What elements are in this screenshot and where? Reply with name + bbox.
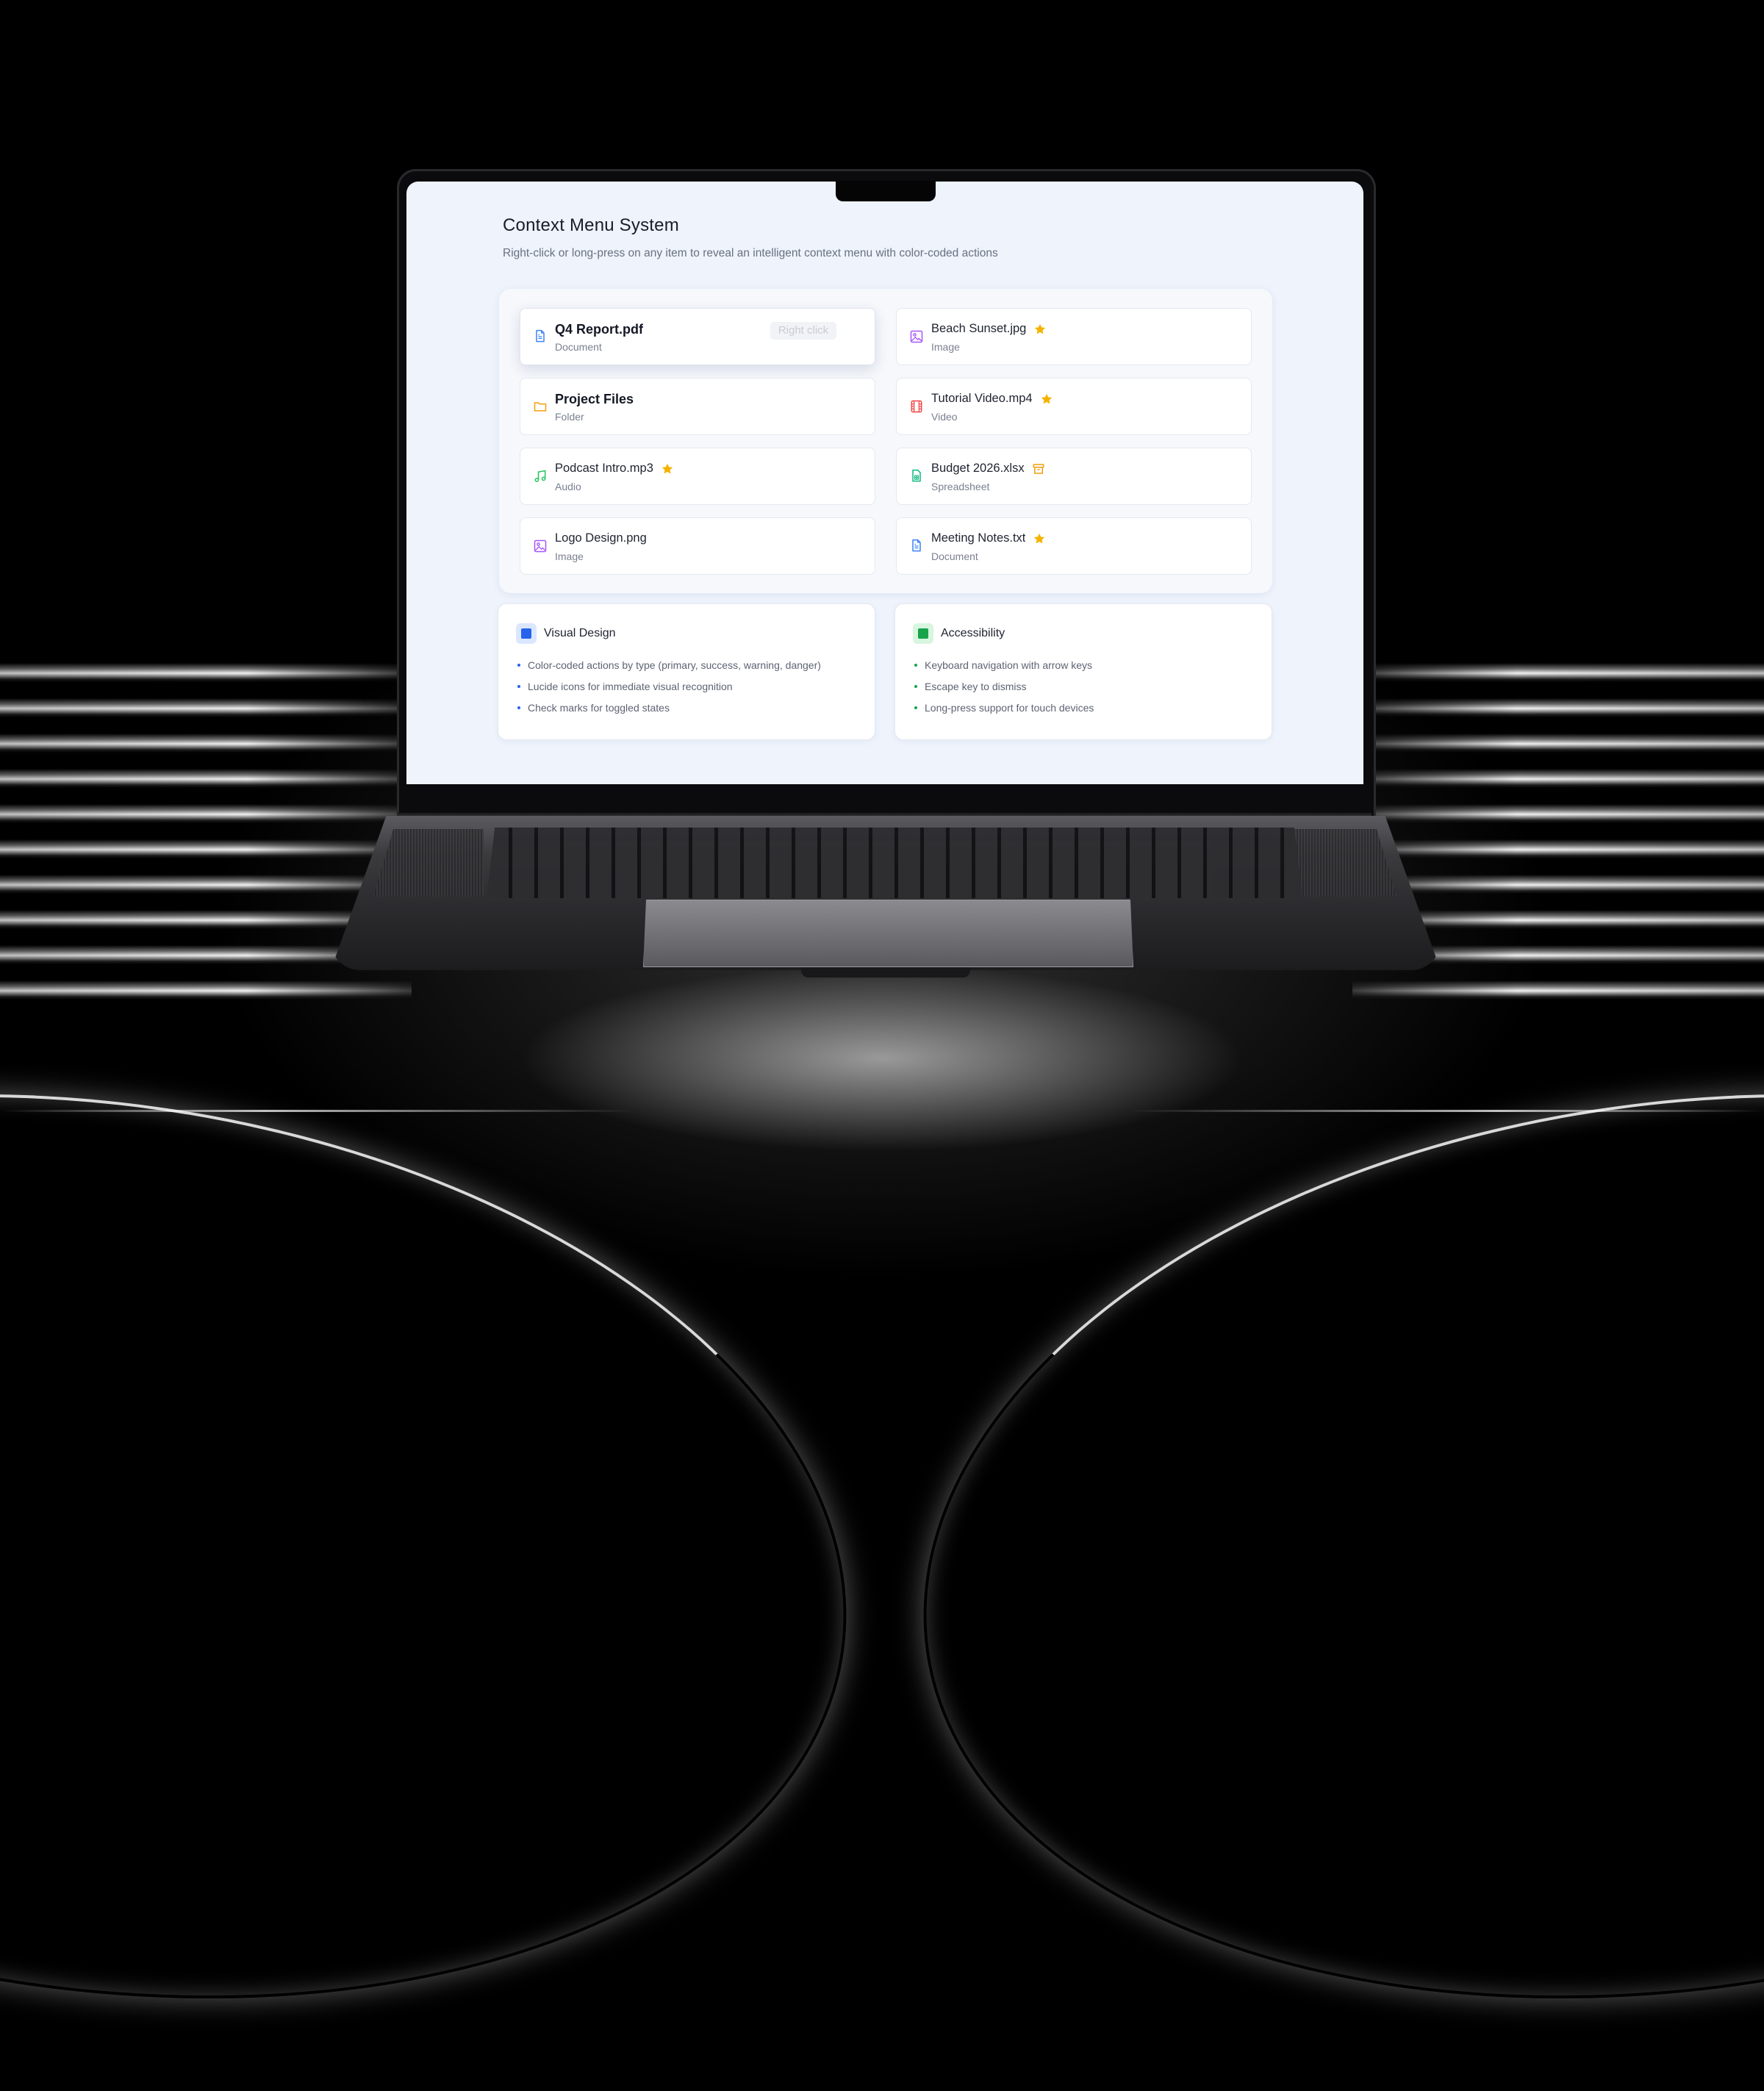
archive-icon bbox=[1032, 462, 1045, 476]
trackpad bbox=[643, 900, 1133, 967]
file-name: Logo Design.png bbox=[555, 531, 647, 545]
file-type: Document bbox=[931, 550, 978, 562]
file-item-budget-2026-xlsx[interactable]: Budget 2026.xlsx Spreadsheet bbox=[896, 448, 1252, 505]
file-text-icon bbox=[533, 329, 548, 344]
page-title: Context Menu System bbox=[503, 215, 679, 235]
accessibility-badge-icon bbox=[913, 623, 933, 644]
file-text-icon bbox=[909, 539, 924, 553]
lid-opening-lip bbox=[801, 967, 970, 978]
file-item-tutorial-video-mp4[interactable]: Tutorial Video.mp4 Video bbox=[896, 378, 1252, 435]
keyboard bbox=[487, 828, 1302, 898]
file-grid-panel: Q4 Report.pdf Document Right click Beach Su… bbox=[499, 289, 1272, 593]
feature-card-visual-design: Visual Design Color-coded actions by typ… bbox=[498, 603, 875, 740]
star-icon bbox=[1040, 392, 1053, 406]
right-click-hint: Right click bbox=[770, 322, 836, 340]
feature-item: Long-press support for touch devices bbox=[914, 701, 1094, 722]
star-icon bbox=[1033, 323, 1047, 336]
feature-title: Accessibility bbox=[941, 627, 1005, 639]
feature-list: Keyboard navigation with arrow keys Esca… bbox=[914, 659, 1094, 722]
table-edge-highlight bbox=[0, 1110, 1764, 1112]
file-type: Image bbox=[555, 550, 584, 562]
file-type: Video bbox=[931, 411, 958, 423]
file-type: Folder bbox=[555, 411, 584, 423]
file-type: Spreadsheet bbox=[931, 481, 990, 492]
image-icon bbox=[533, 539, 548, 553]
file-item-project-files[interactable]: Project Files Folder bbox=[520, 378, 875, 435]
feature-item: Lucide icons for immediate visual recogn… bbox=[517, 680, 821, 701]
file-name: Podcast Intro.mp3 bbox=[555, 462, 653, 475]
visual-design-badge-icon bbox=[516, 623, 537, 644]
feature-item: Keyboard navigation with arrow keys bbox=[914, 659, 1094, 680]
laptop-screen: Context Menu System Right-click or long-… bbox=[406, 182, 1363, 784]
feature-item: Check marks for toggled states bbox=[517, 701, 821, 722]
star-icon bbox=[661, 462, 674, 476]
file-type: Document bbox=[555, 341, 602, 353]
file-item-meeting-notes-txt[interactable]: Meeting Notes.txt Document bbox=[896, 517, 1252, 575]
spreadsheet-icon bbox=[909, 469, 924, 484]
camera-notch bbox=[836, 181, 936, 201]
file-name: Meeting Notes.txt bbox=[931, 531, 1026, 545]
file-name: Project Files bbox=[555, 392, 634, 406]
file-item-beach-sunset-jpg[interactable]: Beach Sunset.jpg Image bbox=[896, 308, 1252, 365]
feature-item: Escape key to dismiss bbox=[914, 680, 1094, 701]
page-subtitle: Right-click or long-press on any item to… bbox=[503, 247, 998, 259]
file-type: Image bbox=[931, 341, 960, 353]
file-item-logo-design-png[interactable]: Logo Design.png Image bbox=[520, 517, 875, 575]
file-name: Budget 2026.xlsx bbox=[931, 462, 1025, 475]
feature-title: Visual Design bbox=[544, 627, 616, 639]
file-name: Q4 Report.pdf bbox=[555, 322, 643, 337]
file-name: Beach Sunset.jpg bbox=[931, 322, 1027, 335]
feature-list: Color-coded actions by type (primary, su… bbox=[517, 659, 821, 722]
image-icon bbox=[909, 329, 924, 344]
file-item-podcast-intro-mp3[interactable]: Podcast Intro.mp3 Audio bbox=[520, 448, 875, 505]
file-name: Tutorial Video.mp4 bbox=[931, 392, 1033, 405]
music-icon bbox=[533, 469, 548, 484]
feature-item: Color-coded actions by type (primary, su… bbox=[517, 659, 821, 680]
feature-card-accessibility: Accessibility Keyboard navigation with a… bbox=[894, 603, 1272, 740]
star-icon bbox=[1033, 532, 1046, 545]
film-icon bbox=[909, 399, 924, 414]
file-item-q4-report-pdf[interactable]: Q4 Report.pdf Document Right click bbox=[520, 308, 875, 365]
folder-icon bbox=[533, 399, 548, 414]
file-type: Audio bbox=[555, 481, 581, 492]
